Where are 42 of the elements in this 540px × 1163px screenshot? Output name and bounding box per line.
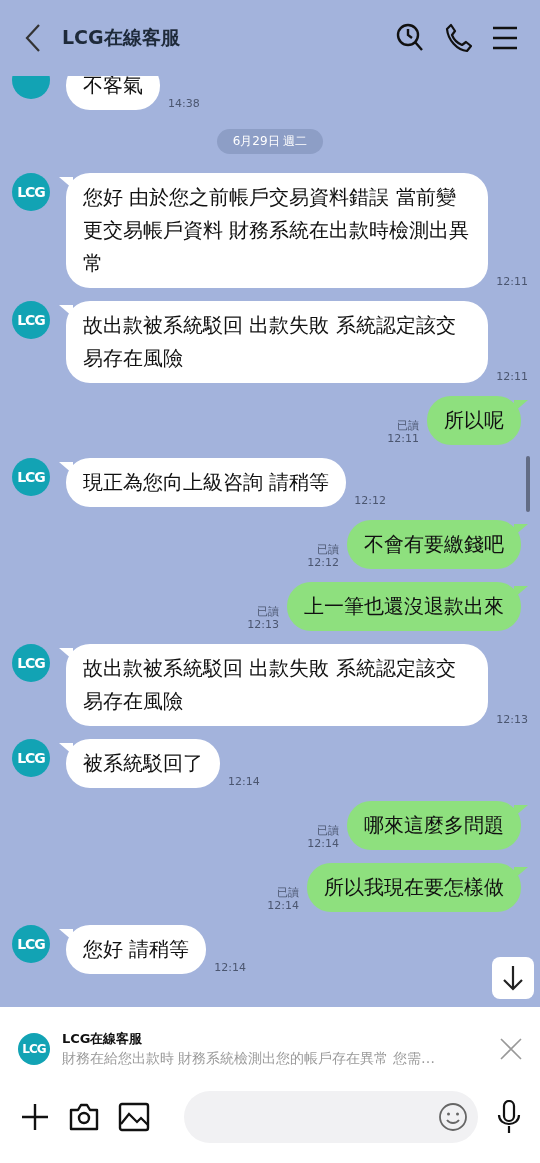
avatar-logo[interactable]: LCG — [12, 925, 50, 963]
message-time: 12:12 — [354, 494, 387, 507]
message-time: 12:13 — [247, 618, 279, 631]
phone-icon[interactable] — [444, 23, 472, 53]
down-arrow-icon — [502, 965, 524, 991]
search-icon[interactable] — [396, 23, 424, 53]
avatar-logo[interactable]: LCG — [12, 739, 50, 777]
avatar-logo[interactable]: LCG — [12, 301, 50, 339]
read-receipt: 已讀 — [257, 605, 279, 618]
chat-title: LCG在線客服 — [62, 25, 181, 50]
message-time: 12:11 — [496, 370, 528, 383]
camera-icon[interactable] — [68, 1102, 100, 1132]
message-time: 12:13 — [496, 713, 528, 726]
message-time: 12:11 — [387, 432, 419, 445]
message-preview: 財務在給您出款時 財務系統檢測出您的帳戶存在異常 您需… — [62, 1050, 436, 1068]
avatar-logo[interactable]: LCG — [12, 644, 50, 682]
microphone-icon[interactable] — [496, 1100, 522, 1134]
back-icon[interactable] — [24, 23, 42, 53]
read-receipt: 已讀 — [277, 886, 299, 899]
avatar-logo[interactable]: LCG — [12, 173, 50, 211]
message-time: 12:11 — [496, 275, 528, 288]
avatar-logo[interactable]: LCG — [12, 458, 50, 496]
scrollbar[interactable] — [526, 456, 530, 512]
scroll-down-button[interactable] — [492, 957, 534, 999]
date-label: 6月29日 週二 — [216, 129, 324, 154]
image-icon[interactable] — [118, 1102, 150, 1132]
close-icon[interactable] — [500, 1038, 522, 1060]
message-time: 14:38 — [168, 97, 200, 110]
message-time: 12:14 — [267, 899, 299, 912]
emoji-icon[interactable] — [438, 1102, 468, 1132]
read-receipt: 已讀 — [397, 419, 419, 432]
menu-icon[interactable] — [492, 26, 518, 50]
message-time: 12:14 — [228, 775, 260, 788]
sender-name: LCG在線客服 — [62, 1030, 144, 1048]
read-receipt: 已讀 — [317, 543, 339, 556]
message-time: 12:14 — [307, 837, 339, 850]
message-time: 12:14 — [214, 961, 247, 974]
avatar-logo: LCG — [18, 1033, 50, 1065]
message-input[interactable] — [184, 1091, 478, 1143]
message-time: 12:12 — [307, 556, 339, 569]
plus-icon[interactable] — [20, 1102, 50, 1132]
read-receipt: 已讀 — [317, 824, 339, 837]
